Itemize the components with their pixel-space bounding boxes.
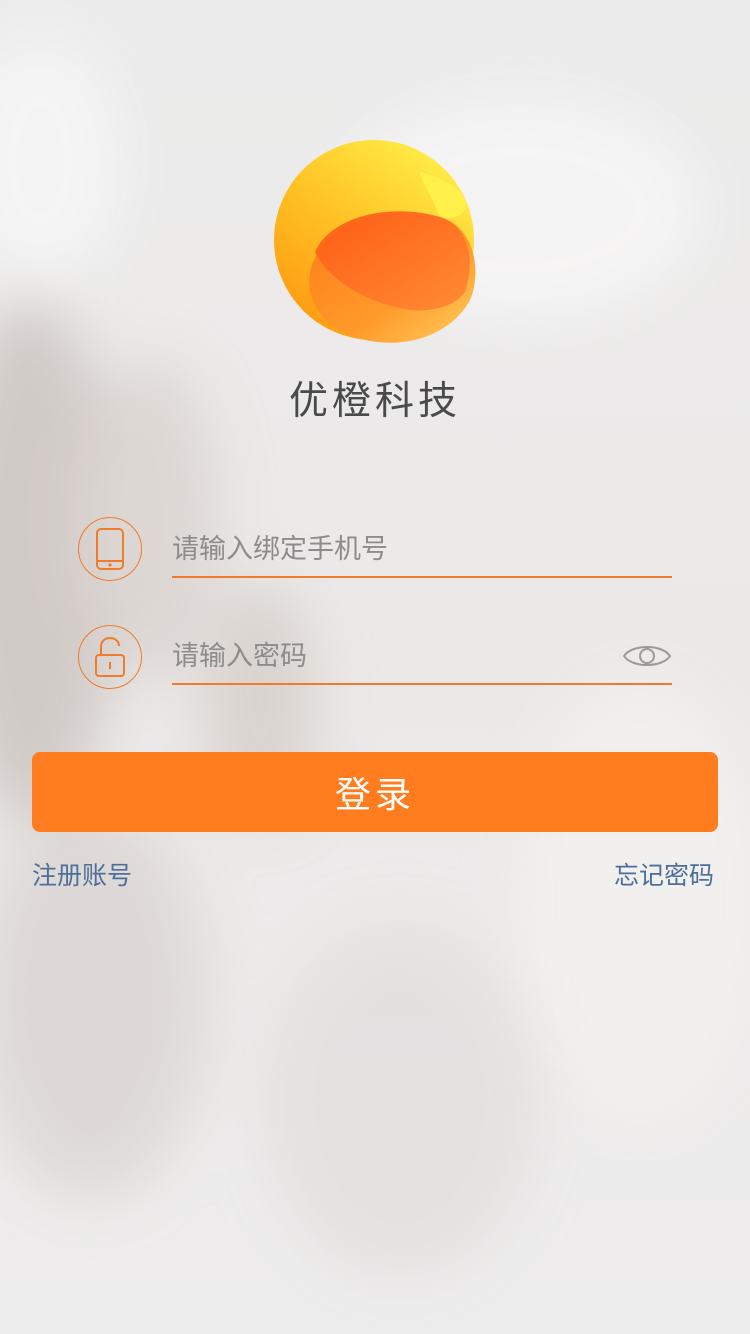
app-name: 优橙科技 [288, 379, 461, 424]
login-button[interactable]: 登录 [32, 752, 718, 832]
phone-input[interactable] [172, 522, 612, 576]
password-field [172, 629, 672, 685]
phone-icon [78, 517, 142, 581]
orange-logo-icon [274, 140, 476, 343]
forgot-password-link[interactable]: 忘记密码 [614, 856, 714, 892]
login-screen: 优橙科技 登录 注册账号 忘记密码 [0, 0, 750, 1334]
unlock-icon [78, 625, 142, 689]
phone-field [172, 522, 672, 578]
eye-icon[interactable] [622, 639, 672, 673]
register-link[interactable]: 注册账号 [32, 856, 132, 892]
password-input[interactable] [172, 629, 612, 683]
